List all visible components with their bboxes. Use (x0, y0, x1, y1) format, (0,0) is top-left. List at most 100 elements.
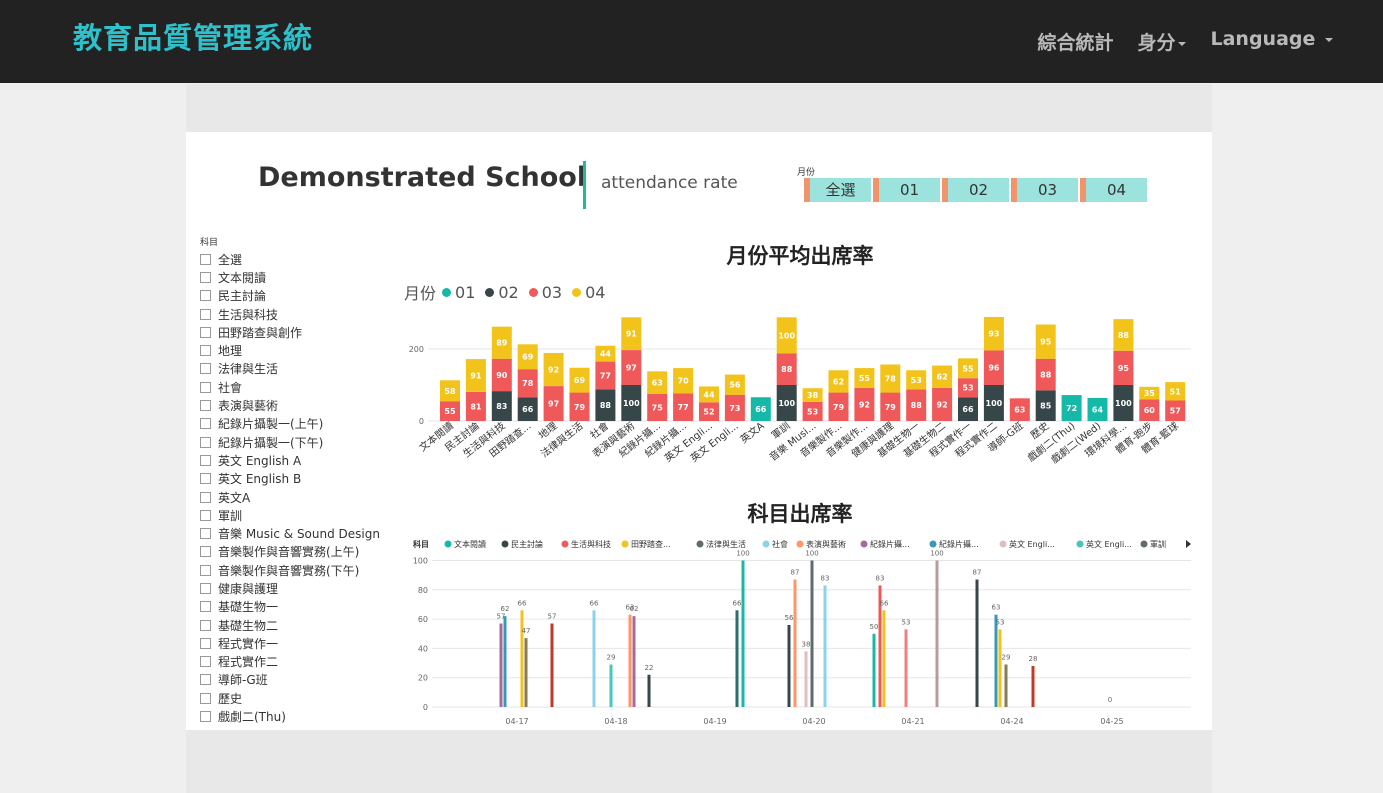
bar-segment (1113, 319, 1134, 351)
bar (878, 585, 882, 707)
subject-option[interactable]: 英文 English B (200, 470, 390, 488)
bar (741, 560, 745, 707)
checkbox-icon (200, 253, 211, 265)
bar (810, 560, 814, 707)
subject-option[interactable]: 英文A (200, 488, 390, 506)
month-option-all[interactable]: 全選 (804, 178, 871, 202)
app-title[interactable]: 教育品質管理系統 (73, 15, 313, 57)
month-option-01[interactable]: 01 (873, 178, 940, 202)
data-label: 100 (778, 399, 795, 408)
data-label: 38 (802, 640, 811, 648)
legend-label: 民主討論 (511, 539, 543, 549)
bar-segment (828, 370, 849, 393)
bar-segment (854, 387, 875, 421)
legend-item[interactable]: 01 (442, 283, 475, 302)
nav-identity-dropdown[interactable]: 身分 (1137, 28, 1187, 55)
subject-option-label: 生活與科技 (218, 307, 279, 322)
data-label: 62 (501, 605, 510, 613)
bar (503, 616, 507, 707)
checkbox-icon (200, 582, 211, 594)
caret-down-icon (1325, 37, 1333, 42)
checkbox-icon (200, 400, 211, 412)
data-label: 96 (988, 364, 1000, 373)
bar-segment (699, 402, 719, 421)
x-tick-label: 紀錄片攝... (616, 419, 663, 460)
subject-option[interactable]: 文本閱讀 (200, 268, 390, 286)
subject-option[interactable]: 音樂製作與音響實務(下午) (200, 561, 390, 579)
x-tick-label: 英文 Engli... (662, 419, 715, 465)
bar-segment (595, 389, 616, 421)
subject-option[interactable]: 導師-G班 (200, 671, 390, 689)
checkbox-icon (200, 290, 211, 302)
subject-option[interactable]: 程式實作二 (200, 653, 390, 671)
data-label: 44 (600, 350, 612, 359)
data-label: 52 (703, 408, 714, 417)
identity-label: 身分 (1137, 32, 1176, 54)
x-tick-label: 田野踏查... (486, 419, 533, 460)
data-label: 44 (703, 390, 715, 399)
subject-option[interactable]: 歷史 (200, 689, 390, 707)
nav-stats-link[interactable]: 綜合統計 (1037, 28, 1113, 55)
x-tick-label: 04-24 (1000, 717, 1023, 726)
data-label: 88 (911, 401, 923, 410)
subject-option[interactable]: 戲劇二(Thu) (200, 707, 390, 725)
data-label: 60 (1144, 406, 1156, 415)
legend-dot (762, 540, 770, 548)
data-label: 81 (470, 402, 482, 411)
subject-option[interactable]: 音樂 Music & Sound Design (200, 524, 390, 542)
data-label: 57 (497, 612, 506, 620)
legend-item[interactable]: 03 (528, 283, 562, 302)
subject-option[interactable]: 民主討論 (200, 287, 390, 305)
bar-segment (1139, 386, 1160, 400)
data-label: 35 (1144, 389, 1156, 398)
subject-option[interactable]: 全選 (200, 250, 390, 268)
subject-option[interactable]: 軍訓 (200, 506, 390, 524)
subject-option[interactable]: 基礎生物一 (200, 598, 390, 616)
subject-option[interactable]: 紀錄片攝製一(上午) (200, 415, 390, 433)
data-label: 100 (930, 550, 943, 558)
subject-option[interactable]: 表演與藝術 (200, 396, 390, 414)
legend-item[interactable]: 02 (485, 283, 519, 302)
subject-option-label: 英文 English B (218, 472, 302, 487)
data-label: 56 (729, 381, 741, 390)
month-option-04[interactable]: 04 (1080, 178, 1147, 202)
bar-segment (776, 317, 797, 354)
subject-option[interactable]: 健康與護理 (200, 579, 390, 597)
subject-option[interactable]: 地理 (200, 341, 390, 359)
bar-segment (621, 385, 642, 421)
data-label: 78 (522, 379, 534, 388)
month-option-03[interactable]: 03 (1011, 178, 1078, 202)
subject-slicer-label: 科目 (200, 238, 219, 248)
bar-segment (802, 388, 823, 402)
bar-segment (440, 380, 460, 402)
bar-segment (491, 326, 512, 359)
data-label: 51 (1170, 387, 1182, 396)
x-tick-label: 體育-籃球 (1139, 419, 1181, 456)
legend-item[interactable]: 04 (572, 283, 605, 302)
bar (520, 610, 524, 707)
subject-option[interactable]: 英文 English A (200, 451, 390, 469)
legend-dot (561, 540, 569, 548)
data-label: 66 (518, 599, 527, 607)
subject-option[interactable]: 音樂製作與音響實務(上午) (200, 543, 390, 561)
data-label: 100 (805, 550, 818, 558)
nav-language-dropdown[interactable]: Language (1210, 28, 1333, 55)
subject-option[interactable]: 社會 (200, 378, 390, 396)
month-option-02[interactable]: 02 (942, 178, 1009, 202)
navbar: 教育品質管理系統 綜合統計 身分 Language (0, 0, 1383, 83)
subject-option-label: 基礎生物二 (218, 618, 279, 633)
data-label: 62 (937, 373, 948, 382)
chart-monthly-title: 月份平均出席率 (726, 244, 874, 268)
data-label: 75 (652, 404, 664, 413)
bar (994, 614, 998, 707)
subject-option[interactable]: 程式實作一 (200, 634, 390, 652)
subject-option[interactable]: 法律與生活 (200, 360, 390, 378)
subject-option-label: 歷史 (218, 691, 243, 706)
x-tick-label: 戲劇二(Thu) (1025, 419, 1078, 464)
subject-option[interactable]: 基礎生物二 (200, 616, 390, 634)
subject-option[interactable]: 紀錄片攝製一(下午) (200, 433, 390, 451)
subject-option[interactable]: 田野踏查與創作 (200, 323, 390, 341)
subject-option[interactable]: 生活與科技 (200, 305, 390, 323)
checkbox-icon (200, 308, 211, 320)
x-tick-label: 04-20 (802, 717, 825, 726)
